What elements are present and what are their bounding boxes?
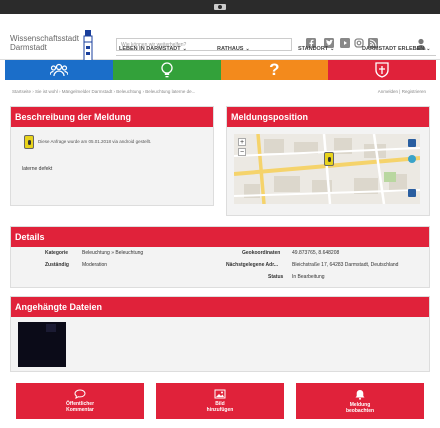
attachments-panel: Angehängte Dateien	[10, 296, 430, 372]
detail-label: Nächstgelegene Adr...	[226, 262, 279, 268]
idea-icon	[160, 62, 173, 78]
tile-idea[interactable]	[112, 60, 221, 80]
position-title: Meldungsposition	[227, 107, 429, 127]
nav-divider	[116, 55, 436, 56]
submission-note-text: Diese Anfrage wurde am 05.01.2018 via an…	[38, 139, 152, 144]
attachment-thumbnail[interactable]	[18, 322, 66, 367]
add-image-label-2: hinzufügen	[206, 407, 234, 413]
public-comment-label-2: Kommentar	[66, 407, 94, 413]
nav-rathaus[interactable]: RATHAUS ⌄	[217, 46, 250, 52]
detail-zustaendig-label: Zuständig	[45, 262, 69, 268]
bell-icon	[355, 390, 365, 400]
nav-label: DARMSTADT ERLEBEN	[362, 46, 425, 52]
image-icon	[214, 389, 226, 399]
browser-topbar	[0, 0, 440, 14]
detail-addr-value: Bleichstraße 17, 64283 Darmstadt, Deutsc…	[292, 262, 399, 268]
nav-label: STANDORT	[298, 46, 329, 52]
detail-geo-value: 49.873765, 8.648208	[292, 250, 340, 256]
detail-label: Geokoordinaten	[242, 250, 281, 256]
fullscreen-icon[interactable]	[408, 139, 416, 147]
public-comment-button[interactable]: Öffentlicher Kommentar	[16, 383, 144, 419]
nav-label: RATHAUS	[217, 46, 244, 52]
site-title-line2: Darmstadt	[10, 43, 47, 52]
nav-leben-in-darmstadt[interactable]: LEBEN IN DARMSTADT ⌄	[119, 46, 187, 52]
detail-geo-label: Geokoordinaten	[242, 250, 280, 256]
map-tiles	[234, 134, 420, 204]
details-title: Details	[11, 227, 429, 247]
description-panel: Beschreibung der Meldung	[10, 106, 214, 206]
breadcrumb[interactable]: Startseite › Sie ist wohl › Mängelmelder…	[12, 89, 195, 94]
camera-icon	[214, 4, 226, 10]
detail-zustaendig-value: Moderation	[82, 262, 108, 268]
chevron-down-icon: ⌄	[245, 46, 250, 52]
description-text: laterne defekt	[22, 166, 53, 172]
site-header: Wissenschaftsstadt Darmstadt Wie können …	[0, 14, 440, 68]
tile-question[interactable]: ?	[220, 60, 329, 80]
detail-label: Status	[268, 274, 284, 280]
question-icon: ?	[269, 60, 280, 79]
tile-community[interactable]	[5, 60, 113, 80]
nav-label: LEBEN IN DARMSTADT	[119, 46, 181, 52]
tile-coat-of-arms[interactable]	[328, 60, 436, 80]
map-pin-icon	[24, 135, 34, 149]
detail-label: Zuständig	[45, 262, 69, 268]
add-image-button[interactable]: Bild hinzufügen	[156, 383, 284, 419]
people-icon	[49, 63, 68, 77]
detail-addr-label: Nächstgelegene Adr...	[226, 262, 278, 268]
dark-photo-image	[18, 322, 66, 367]
details-panel: Details	[10, 226, 430, 288]
youtube-icon[interactable]	[340, 38, 350, 48]
coat-of-arms-icon	[375, 62, 389, 78]
chevron-down-icon: ⌄	[330, 46, 335, 52]
chevron-down-icon: ⌄	[426, 46, 431, 52]
description-title: Beschreibung der Meldung	[11, 107, 213, 127]
detail-status-value: In Bearbeitung	[292, 274, 325, 280]
zoom-in-button[interactable]: +	[238, 138, 246, 146]
zoom-out-button[interactable]: −	[238, 148, 246, 156]
info-icon[interactable]	[408, 189, 416, 197]
login-register-link[interactable]: Anmelden | Registrieren	[378, 89, 426, 94]
detail-kategorie-label: Kategorie	[45, 250, 68, 256]
nav-standort[interactable]: STANDORT ⌄	[298, 46, 334, 52]
speech-bubble-icon	[74, 389, 86, 399]
site-title-line1: Wissenschaftsstadt	[10, 34, 79, 43]
submission-note: Diese Anfrage wurde am 05.01.2018 via an…	[24, 135, 151, 149]
locate-icon[interactable]	[408, 155, 416, 163]
quick-tiles: ?	[5, 60, 436, 80]
detail-label: Kategorie	[45, 250, 69, 256]
attachments-title: Angehängte Dateien	[11, 297, 429, 317]
site-logo-text[interactable]: Wissenschaftsstadt Darmstadt	[10, 34, 79, 52]
location-map[interactable]: + −	[234, 134, 420, 204]
nav-darmstadt-erleben[interactable]: DARMSTADT ERLEBEN ⌄	[362, 46, 430, 52]
watch-report-label-2: beobachten	[345, 408, 375, 414]
chevron-down-icon: ⌄	[182, 46, 187, 52]
detail-kategorie-value: Beleuchtung » Beleuchtung	[82, 250, 144, 256]
watch-report-button[interactable]: Meldung beobachten	[296, 383, 424, 419]
report-location-pin-icon[interactable]	[324, 152, 334, 166]
detail-status-label: Status	[268, 274, 283, 280]
